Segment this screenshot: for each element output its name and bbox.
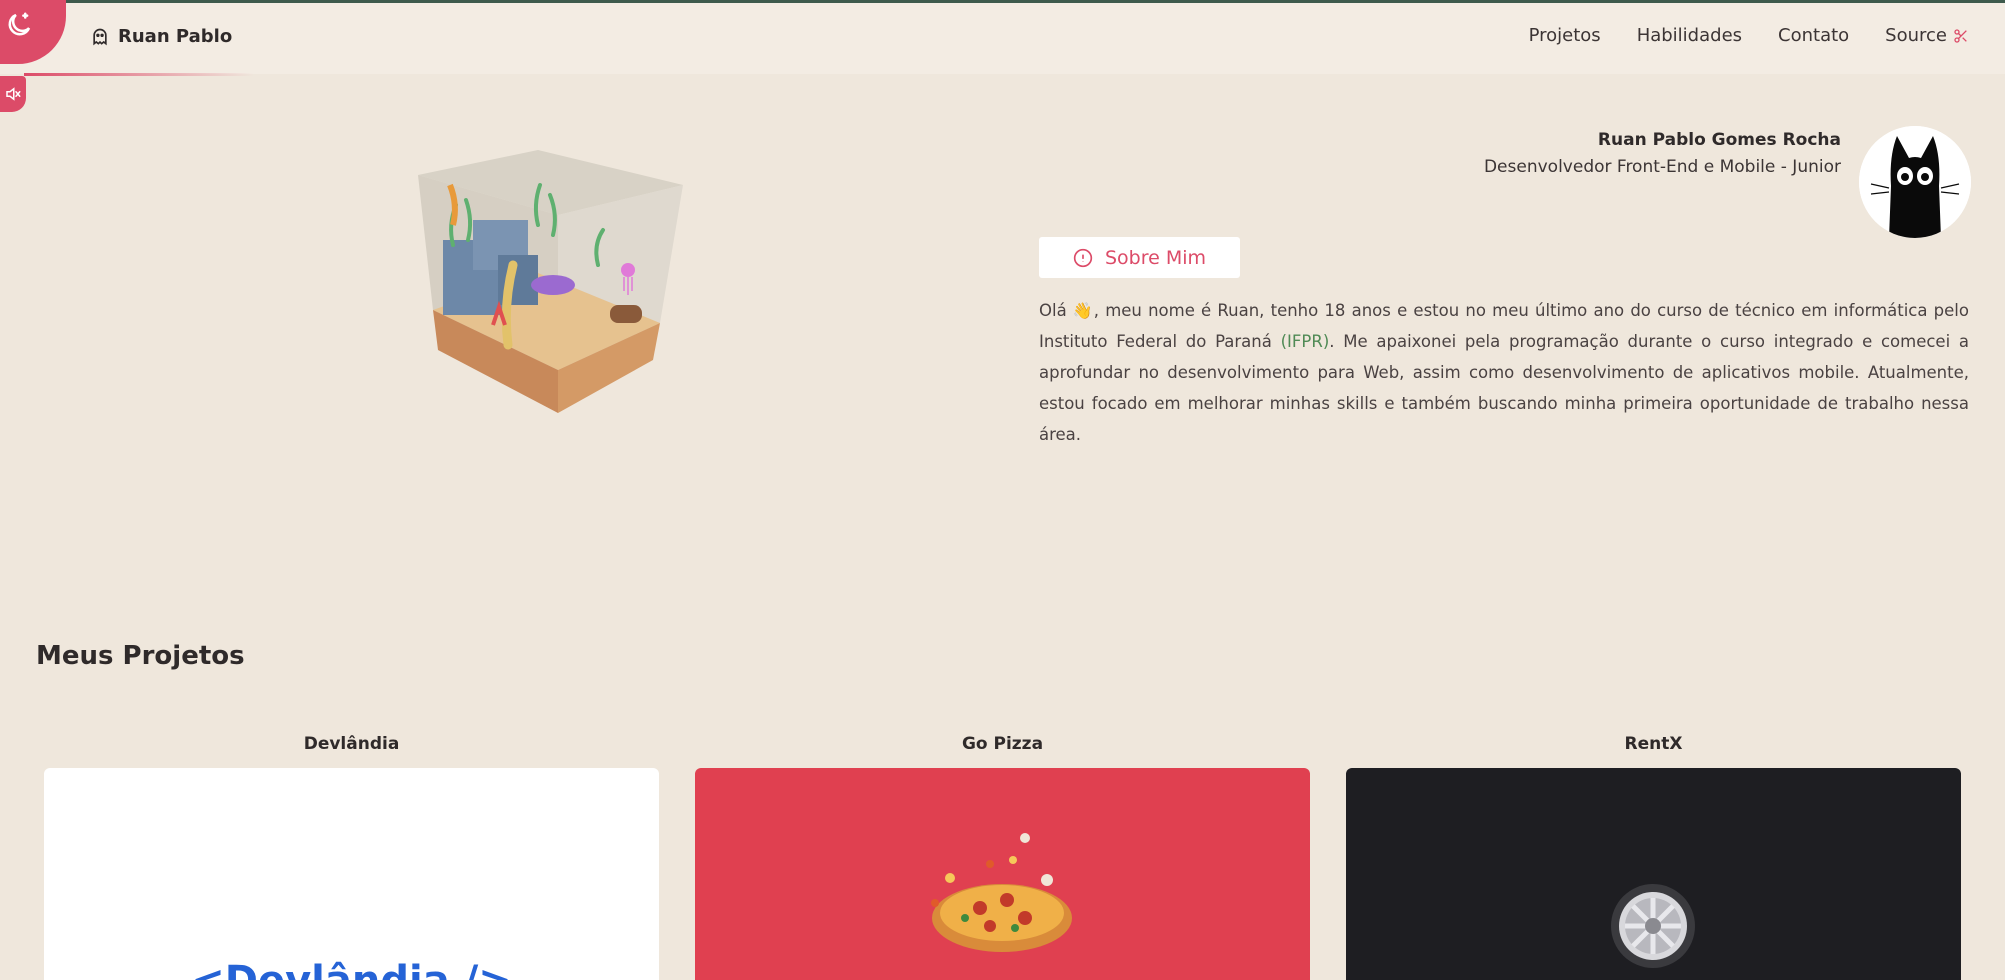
profile-name: Ruan Pablo Gomes Rocha bbox=[1597, 130, 1841, 150]
project-label-rentx: RentX bbox=[1624, 734, 1683, 754]
accent-divider bbox=[24, 73, 254, 76]
project-label-devlandia: Devlândia bbox=[303, 734, 400, 754]
brand[interactable]: Ruan Pablo bbox=[90, 26, 232, 47]
bio-greeting: Olá bbox=[1039, 301, 1073, 320]
nav-source-label: Source bbox=[1885, 25, 1947, 46]
about-me-label: Sobre Mim bbox=[1104, 246, 1207, 269]
bio-ifpr-highlight: (IFPR) bbox=[1280, 332, 1330, 351]
project-card-rentx[interactable] bbox=[1346, 768, 1961, 980]
info-icon bbox=[1073, 248, 1093, 267]
wheel-icon bbox=[1611, 884, 1695, 968]
about-me-button[interactable]: Sobre Mim bbox=[1039, 237, 1240, 278]
devlandia-logo: <Devlândia /> bbox=[44, 958, 659, 980]
avatar bbox=[1859, 126, 1971, 238]
profile-role: Desenvolvedor Front-End e Mobile - Junio… bbox=[1483, 157, 1841, 177]
ghost-icon bbox=[93, 28, 107, 45]
sound-toggle[interactable] bbox=[0, 76, 26, 112]
pizza-image bbox=[931, 833, 1072, 952]
site-header: Ruan Pablo Projetos Habilidades Contato … bbox=[0, 3, 2005, 74]
nav-contato[interactable]: Contato bbox=[1778, 25, 1849, 46]
project-label-gopizza: Go Pizza bbox=[961, 734, 1044, 754]
nav-source[interactable]: Source bbox=[1885, 25, 1969, 46]
waving-hand-icon: 👋 bbox=[1072, 301, 1094, 320]
main-nav: Projetos Habilidades Contato Source bbox=[1529, 25, 1969, 46]
aquarium-3d-model[interactable] bbox=[398, 145, 688, 420]
profile-info: Ruan Pablo Gomes Rocha Desenvolvedor Fro… bbox=[1484, 127, 1841, 181]
brand-name: Ruan Pablo bbox=[118, 26, 233, 47]
nav-habilidades[interactable]: Habilidades bbox=[1637, 25, 1742, 46]
nav-projetos[interactable]: Projetos bbox=[1529, 25, 1601, 46]
project-card-gopizza[interactable] bbox=[695, 768, 1310, 980]
bio-text: Olá 👋, meu nome é Ruan, tenho 18 anos e … bbox=[1039, 295, 1969, 450]
projects-title: Meus Projetos bbox=[36, 641, 245, 671]
moon-stars-icon[interactable] bbox=[4, 10, 34, 40]
mute-icon bbox=[6, 87, 21, 101]
project-card-devlandia[interactable]: <Devlândia /> bbox=[44, 768, 659, 980]
scissors-icon bbox=[1954, 28, 1967, 43]
